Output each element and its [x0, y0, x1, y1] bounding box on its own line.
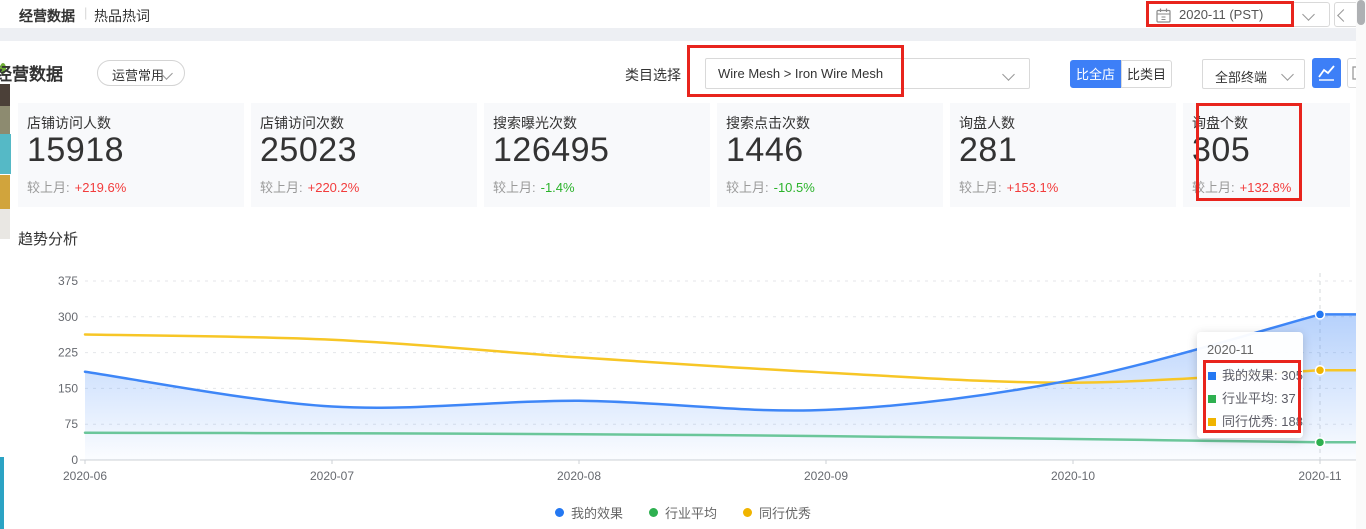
svg-text:150: 150 — [58, 381, 78, 395]
scrollbar-track — [1356, 0, 1366, 529]
tooltip-row-value: 188 — [1281, 414, 1303, 429]
tooltip-row-value: 305 — [1281, 368, 1303, 383]
svg-text:2020-07: 2020-07 — [310, 469, 354, 483]
svg-text:0: 0 — [71, 453, 78, 467]
svg-text:2020-08: 2020-08 — [557, 469, 601, 483]
chart-legend: 我的效果 行业平均 同行优秀 — [0, 503, 1366, 522]
svg-text:75: 75 — [65, 417, 79, 431]
legend-dot-icon — [554, 508, 564, 517]
tooltip-title: 2020-11 — [1207, 342, 1254, 357]
series-marker-icon — [1208, 418, 1216, 426]
tooltip-row: 我的效果: 305 — [1208, 365, 1303, 384]
series-marker-icon — [1208, 395, 1216, 403]
tooltip-row-label: 行业平均: — [1222, 391, 1278, 406]
page: 经营数据 | 热品热词 2020-11 (PST) 经营数据 运营常用 类目选择 — [0, 0, 1366, 529]
legend-item-my-performance[interactable]: 我的效果 — [554, 503, 623, 522]
legend-dot-icon — [648, 508, 658, 517]
svg-text:2020-06: 2020-06 — [63, 469, 107, 483]
tooltip-row-label: 同行优秀: — [1222, 414, 1278, 429]
legend-dot-icon — [743, 508, 752, 517]
svg-text:375: 375 — [58, 274, 78, 288]
series-marker-icon — [1208, 372, 1216, 380]
legend-item-industry-average[interactable]: 行业平均 — [648, 503, 717, 522]
legend-label: 同行优秀 — [759, 506, 812, 521]
svg-text:2020-11: 2020-11 — [1298, 469, 1341, 483]
legend-label: 行业平均 — [664, 506, 717, 521]
tooltip-row-value: 37 — [1281, 391, 1296, 406]
trend-chart[interactable]: 0 75 150 225 300 375 2020-06 2020-07 2020-08 2020… — [0, 0, 1366, 529]
tooltip-row: 行业平均: 37 — [1208, 388, 1296, 407]
scrollbar-thumb[interactable] — [1357, 0, 1365, 25]
tooltip-row-label: 我的效果: — [1222, 368, 1278, 383]
chart-tooltip: 2020-11 我的效果: 305 行业平均: 37 同行优秀: 188 — [1197, 332, 1303, 438]
svg-text:2020-10: 2020-10 — [1051, 469, 1095, 483]
svg-text:225: 225 — [58, 346, 78, 360]
legend-item-peer-excellent[interactable]: 同行优秀 — [743, 503, 811, 522]
tooltip-row: 同行优秀: 188 — [1208, 411, 1303, 430]
legend-label: 我的效果 — [570, 506, 623, 521]
svg-text:2020-09: 2020-09 — [804, 469, 848, 483]
svg-text:300: 300 — [58, 310, 78, 324]
